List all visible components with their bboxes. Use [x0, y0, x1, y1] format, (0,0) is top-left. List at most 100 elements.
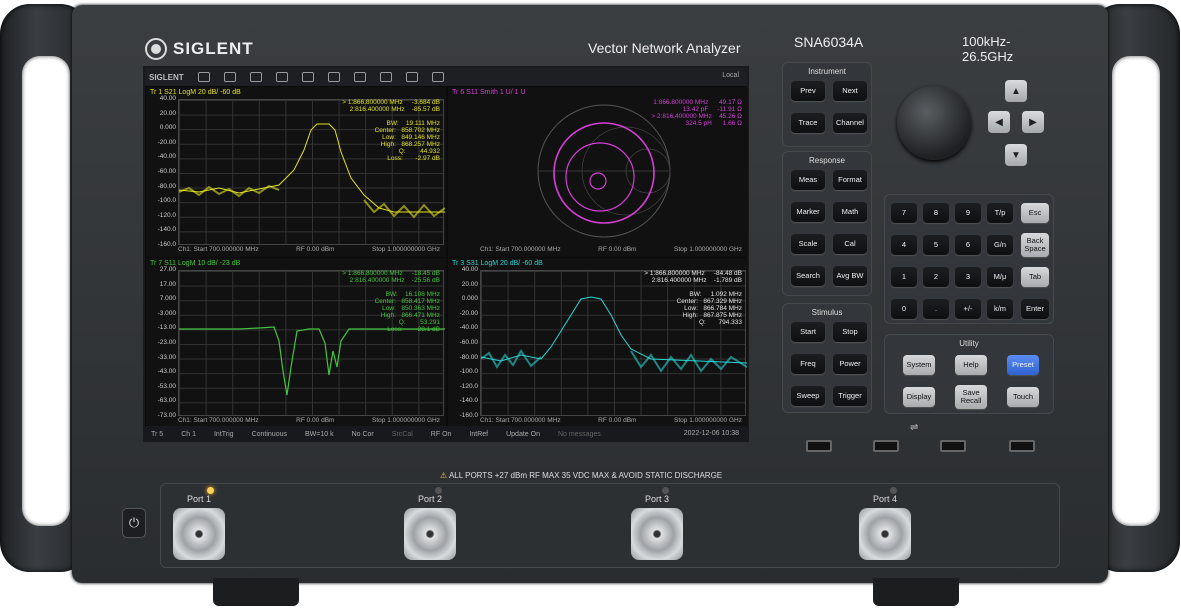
system-button[interactable]: System [903, 355, 935, 375]
cal-button[interactable]: Cal [833, 234, 867, 254]
marker-icon[interactable] [249, 72, 262, 82]
undo-icon[interactable] [197, 72, 210, 82]
trace-pane-4[interactable]: Tr 3 S31 LogM 20 dB/ -60 dB > 1:866.8000… [448, 258, 748, 428]
key-t-p[interactable]: T/p [987, 203, 1013, 223]
save-recall-button[interactable]: Save Recall [955, 385, 987, 409]
camera-icon[interactable] [431, 72, 444, 82]
prev-button[interactable]: Prev [791, 81, 825, 101]
marker-readout: > 1:866.800000 MHz -3.684 dB 2:816.40000… [342, 99, 440, 162]
y-tick-label: -43.00 [157, 368, 176, 376]
port-4[interactable]: Port 4 [859, 494, 911, 560]
status-item[interactable]: RF On [431, 431, 452, 438]
window-icon[interactable] [301, 72, 314, 82]
key-plus-minus[interactable]: +/- [955, 299, 981, 319]
rotary-knob[interactable] [897, 86, 971, 160]
redo-icon[interactable] [223, 72, 236, 82]
save-icon[interactable] [379, 72, 392, 82]
channel-button[interactable]: Channel [833, 113, 867, 133]
key-9[interactable]: 9 [955, 203, 981, 223]
trace-button[interactable]: Trace [791, 113, 825, 133]
status-item[interactable]: BW=10 k [305, 431, 334, 438]
status-item[interactable]: Update On [506, 431, 540, 438]
backspace-key[interactable]: Back Space [1021, 233, 1049, 257]
status-item[interactable]: IntRef [469, 431, 488, 438]
key-dot[interactable]: . [923, 299, 949, 319]
up-arrow-key[interactable]: ▲ [1005, 80, 1027, 102]
trace-icon[interactable] [275, 72, 288, 82]
marker-button[interactable]: Marker [791, 202, 825, 222]
freq-button[interactable]: Freq [791, 354, 825, 374]
status-item[interactable]: SrcCal [392, 431, 413, 438]
math-button[interactable]: Math [833, 202, 867, 222]
y-tick-label: -3.000 [157, 309, 176, 317]
key-0[interactable]: 0 [891, 299, 917, 319]
key-1[interactable]: 1 [891, 267, 917, 287]
usb-port[interactable] [873, 440, 899, 452]
siglent-logo-icon [145, 38, 167, 60]
frequency-range: 100kHz-26.5GHz [962, 34, 1014, 64]
status-item[interactable]: IntTrig [214, 431, 234, 438]
y-tick-label: -160.0 [157, 241, 176, 248]
help-button[interactable]: Help [955, 355, 987, 375]
y-tick-label: -60.00 [459, 339, 478, 346]
y-tick-label: -100.0 [459, 368, 478, 376]
port-2[interactable]: Port 2 [404, 494, 456, 560]
preset-button[interactable]: Preset [1007, 355, 1039, 375]
next-button[interactable]: Next [833, 81, 867, 101]
format-button[interactable]: Format [833, 170, 867, 190]
key-m-mu[interactable]: M/μ [987, 267, 1013, 287]
meas-button[interactable]: Meas [791, 170, 825, 190]
marker-readout: 1:866.800000 MHz 49.17 Ω 13.42 pF -11.91… [651, 99, 742, 127]
y-tick-label: -40.00 [157, 153, 176, 161]
display-screen[interactable]: SIGLENT Local Tr 1 S21 LogM 20 dB/ -60 d… [143, 66, 749, 442]
key-2[interactable]: 2 [923, 267, 949, 287]
power-button[interactable]: Power [833, 354, 867, 374]
touch-button[interactable]: Touch [1007, 387, 1039, 407]
display-button[interactable]: Display [903, 387, 935, 407]
status-item[interactable]: No Cor [352, 431, 374, 438]
scale-button[interactable]: Scale [791, 234, 825, 254]
avg-bw-button[interactable]: Avg BW [833, 266, 867, 286]
right-arrow-key[interactable]: ▶ [1022, 111, 1044, 133]
autoscale-icon[interactable] [327, 72, 340, 82]
search-button[interactable]: Search [791, 266, 825, 286]
port-3[interactable]: Port 3 [631, 494, 683, 560]
trace-pane-2[interactable]: Tr 6 S11 Smith 1 U/ 1 U 1:866.800000 MHz… [448, 87, 748, 257]
tab-key[interactable]: Tab [1021, 267, 1049, 287]
key-g-n[interactable]: G/n [987, 235, 1013, 255]
start-button[interactable]: Start [791, 322, 825, 342]
key-3[interactable]: 3 [955, 267, 981, 287]
trace-header: Tr 6 S11 Smith 1 U/ 1 U [452, 89, 526, 96]
toolbar-brand: SIGLENT [149, 72, 184, 82]
esc-key[interactable]: Esc [1021, 203, 1049, 223]
usb-port[interactable] [806, 440, 832, 452]
usb-port[interactable] [940, 440, 966, 452]
port-1[interactable]: Port 1 [173, 494, 225, 560]
power-button[interactable]: ⏻ [122, 508, 146, 538]
key-5[interactable]: 5 [923, 235, 949, 255]
status-item: No messages [557, 430, 601, 438]
y-tick-label: -33.00 [157, 353, 176, 361]
pane-footer: Ch1: Start 700.000000 MHz RF 0.00 dBm St… [448, 246, 748, 253]
key-8[interactable]: 8 [923, 203, 949, 223]
key-k-m[interactable]: k/m [987, 299, 1013, 319]
folder-icon[interactable] [405, 72, 418, 82]
trigger-button[interactable]: Trigger [833, 386, 867, 406]
y-tick-label: 27.00 [159, 266, 176, 273]
status-item[interactable]: Continuous [252, 431, 287, 438]
y-tick-label: -20.00 [157, 138, 176, 146]
left-arrow-key[interactable]: ◀ [988, 111, 1010, 133]
stop-button[interactable]: Stop [833, 322, 867, 342]
usb-port[interactable] [1009, 440, 1035, 452]
trace-pane-1[interactable]: Tr 1 S21 LogM 20 dB/ -60 dB > 1:866.8000… [146, 87, 446, 257]
sweep-button[interactable]: Sweep [791, 386, 825, 406]
key-7[interactable]: 7 [891, 203, 917, 223]
delete-icon[interactable] [353, 72, 366, 82]
footer-rf: RF 0.00 dBm [598, 246, 637, 253]
trace-pane-3[interactable]: Tr 7 S11 LogM 10 dB/ -23 dB > 1:866.8000… [146, 258, 446, 428]
y-tick-label: 20.00 [159, 109, 176, 117]
key-4[interactable]: 4 [891, 235, 917, 255]
key-6[interactable]: 6 [955, 235, 981, 255]
down-arrow-key[interactable]: ▼ [1005, 144, 1027, 166]
enter-key[interactable]: Enter [1021, 299, 1049, 319]
